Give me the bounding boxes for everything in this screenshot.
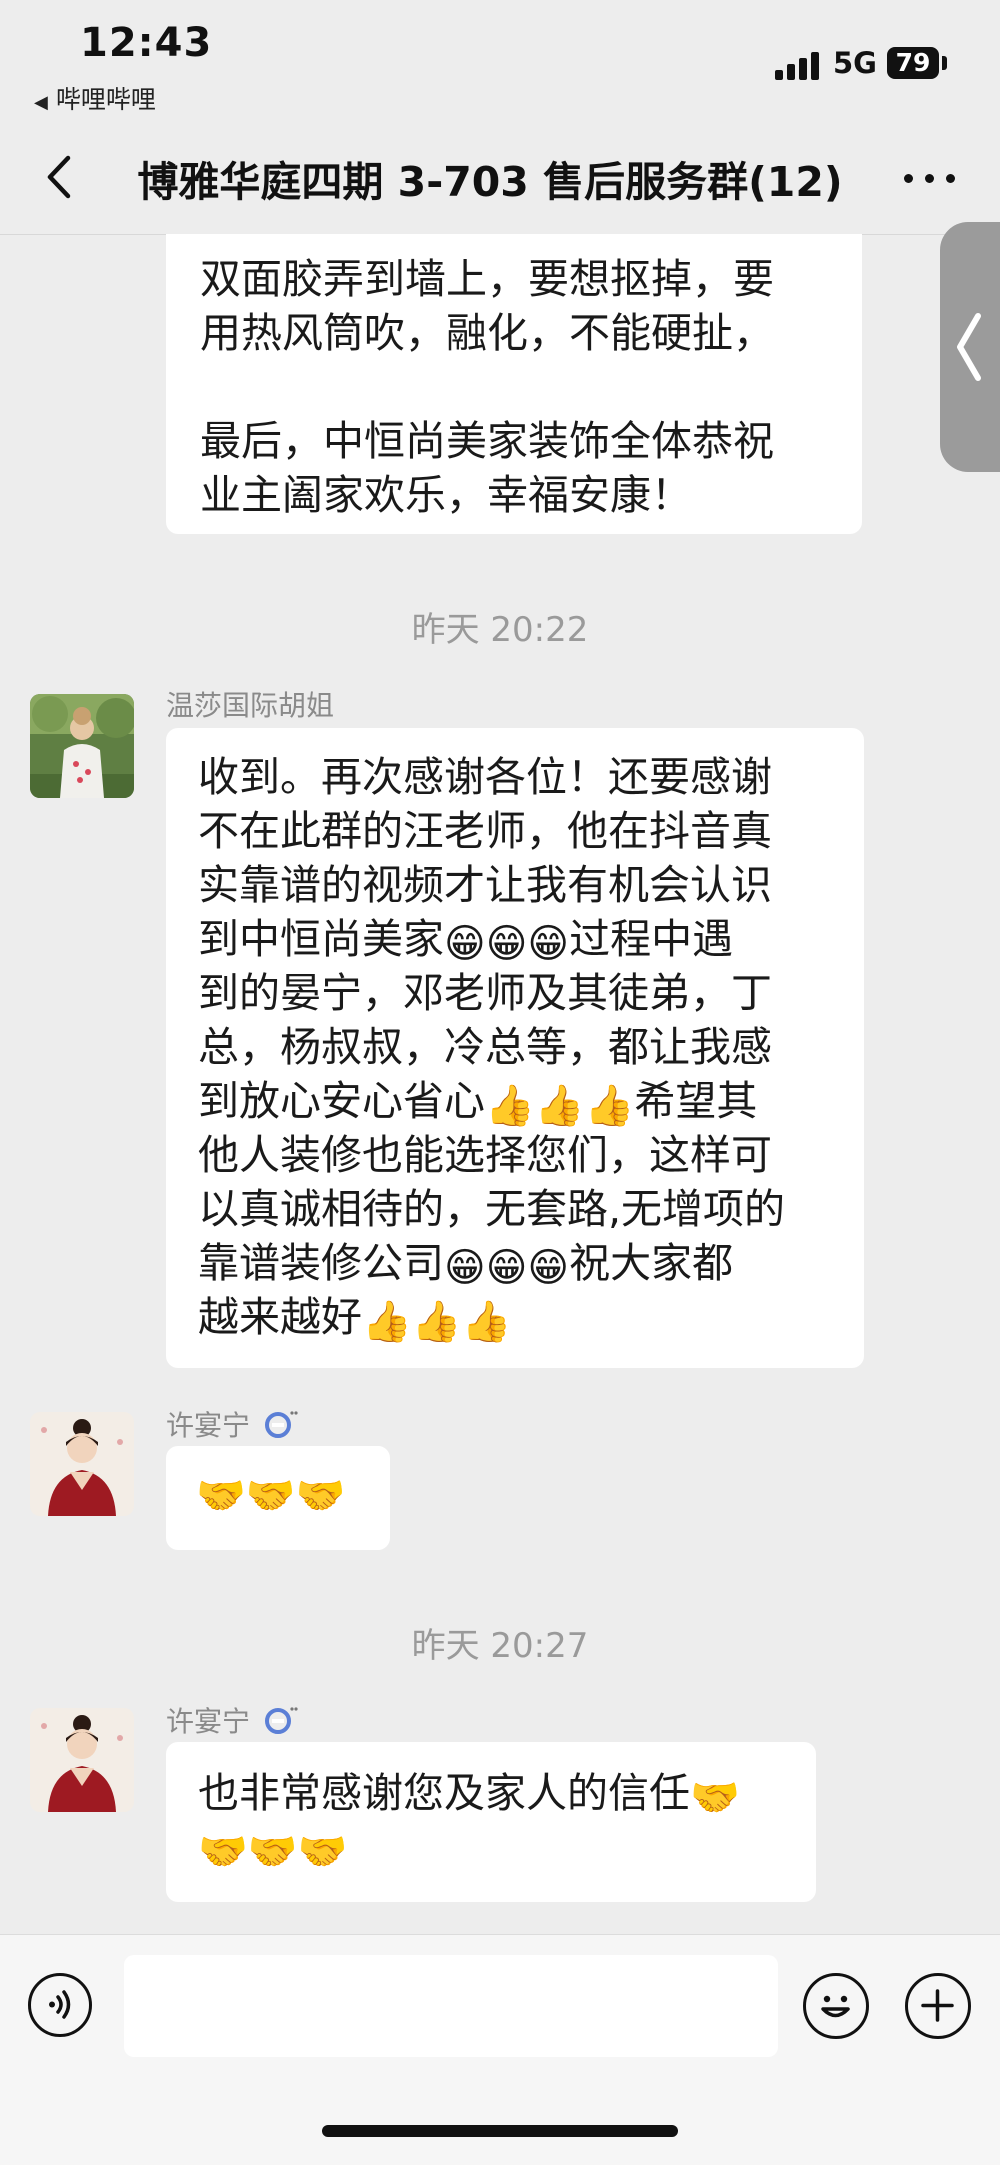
thumbs-up-emoji-icon: 👍👍👍 xyxy=(362,1299,512,1345)
network-type: 5G xyxy=(833,46,877,80)
message-line: 靠谱装修公司😁😁😁祝大家都 xyxy=(198,1236,785,1290)
message-line: 🤝🤝🤝 xyxy=(198,1820,740,1874)
handshake-emoji-icon: 🤝🤝🤝 xyxy=(196,1473,346,1519)
message-text: 到的晏宁，邓老师及其徒弟，丁 xyxy=(198,969,772,1017)
triangle-left-icon: ◀ xyxy=(34,92,48,113)
avatar[interactable] xyxy=(30,1412,134,1516)
emoji-face-icon[interactable] xyxy=(803,1973,869,2039)
message-text: 到放心安心省心 xyxy=(198,1077,485,1125)
plus-icon[interactable] xyxy=(905,1973,971,2039)
battery-tip xyxy=(942,56,947,70)
message-bubble[interactable]: 也非常感谢您及家人的信任🤝 🤝🤝🤝 xyxy=(166,1742,816,1902)
message-bubble[interactable]: 收到。再次感谢各位！还要感谢 不在此群的汪老师，他在抖音真 实靠谱的视频才让我有… xyxy=(166,728,864,1368)
message-list[interactable]: 双面胶弄到墙上，要想抠掉，要 用热风筒吹，融化，不能硬扯， 最后，中恒尚美家装饰… xyxy=(0,234,1000,1934)
message-text: 双面胶弄到墙上，要想抠掉，要 xyxy=(200,255,774,303)
sender-label: 许宴宁 xyxy=(166,1409,251,1442)
message-text: 越来越好 xyxy=(198,1293,362,1341)
group-title: 博雅华庭四期 3-703 售后服务群(12) xyxy=(137,158,843,206)
message-text: 祝大家都 xyxy=(569,1239,734,1287)
message-text: 最后，中恒尚美家装饰全体恭祝 xyxy=(200,417,774,465)
back-to-app-link[interactable]: ◀ 哔哩哔哩 xyxy=(34,80,156,116)
message-line: 也非常感谢您及家人的信任🤝 xyxy=(198,1766,740,1820)
message-text: 总，杨叔叔，冷总等，都让我感 xyxy=(198,1023,772,1071)
message-bubble[interactable]: 🤝🤝🤝 xyxy=(166,1446,390,1550)
message-text: 以真诚相待的，无套路,无增项的 xyxy=(198,1185,786,1233)
timestamp: 昨天 20:22 xyxy=(411,610,589,650)
message-text: 靠谱装修公司 xyxy=(198,1239,444,1287)
sender-name: 许宴宁 xyxy=(166,1404,298,1446)
message-line: 越来越好👍👍👍 xyxy=(198,1290,785,1344)
grin-emoji-icon: 😁😁😁 xyxy=(444,921,570,967)
handshake-emoji-icon: 🤝 xyxy=(690,1775,740,1821)
message-bubble[interactable]: 双面胶弄到墙上，要想抠掉，要 用热风筒吹，融化，不能硬扯， 最后，中恒尚美家装饰… xyxy=(166,234,862,534)
verified-badge-icon xyxy=(264,1705,298,1742)
message-text: 业主阖家欢乐，幸福安康！ xyxy=(200,471,692,519)
battery-icon: 79 xyxy=(887,47,939,79)
more-dots-icon[interactable] xyxy=(900,150,960,204)
chevron-left-icon[interactable] xyxy=(38,150,88,204)
message-text: 实靠谱的视频才让我有机会认识 xyxy=(198,861,772,909)
message-text: 不在此群的汪老师，他在抖音真 xyxy=(198,807,772,855)
sender-label: 许宴宁 xyxy=(166,1705,251,1738)
grin-emoji-icon: 😁😁😁 xyxy=(444,1245,570,1291)
chat-header: 博雅华庭四期 3-703 售后服务群(12) xyxy=(0,120,1000,235)
message-line: 到中恒尚美家😁😁😁过程中遇 xyxy=(198,912,785,966)
avatar[interactable] xyxy=(30,1708,134,1812)
message-text: 过程中遇 xyxy=(569,915,734,963)
handshake-emoji-icon: 🤝🤝🤝 xyxy=(198,1829,348,1875)
sender-name: 温莎国际胡姐 xyxy=(166,689,335,722)
timestamp: 昨天 20:27 xyxy=(411,1626,589,1666)
clock: 12:43 xyxy=(80,20,213,66)
status-bar: 12:43 ◀ 哔哩哔哩 5G 79 xyxy=(0,0,1000,120)
verified-badge-icon xyxy=(264,1409,298,1446)
message-input[interactable] xyxy=(124,1955,778,2057)
sender-name: 许宴宁 xyxy=(166,1700,298,1742)
message-text: 收到。再次感谢各位！还要感谢 xyxy=(198,753,772,801)
message-text: 希望其 xyxy=(634,1077,758,1125)
message-text: 他人装修也能选择您们，这样可 xyxy=(198,1131,772,1179)
voice-icon[interactable] xyxy=(28,1973,92,2037)
back-app-label: 哔哩哔哩 xyxy=(55,85,156,114)
message-text: 到中恒尚美家 xyxy=(198,915,444,963)
avatar[interactable] xyxy=(30,694,134,798)
thumbs-up-emoji-icon: 👍👍👍 xyxy=(485,1083,635,1129)
message-text: 也非常感谢您及家人的信任 xyxy=(198,1769,690,1817)
message-line: 到放心安心省心👍👍👍希望其 xyxy=(198,1074,785,1128)
message-text: 用热风筒吹，融化，不能硬扯， xyxy=(200,309,774,357)
signal-icon xyxy=(775,50,819,80)
home-indicator[interactable] xyxy=(322,2125,678,2137)
